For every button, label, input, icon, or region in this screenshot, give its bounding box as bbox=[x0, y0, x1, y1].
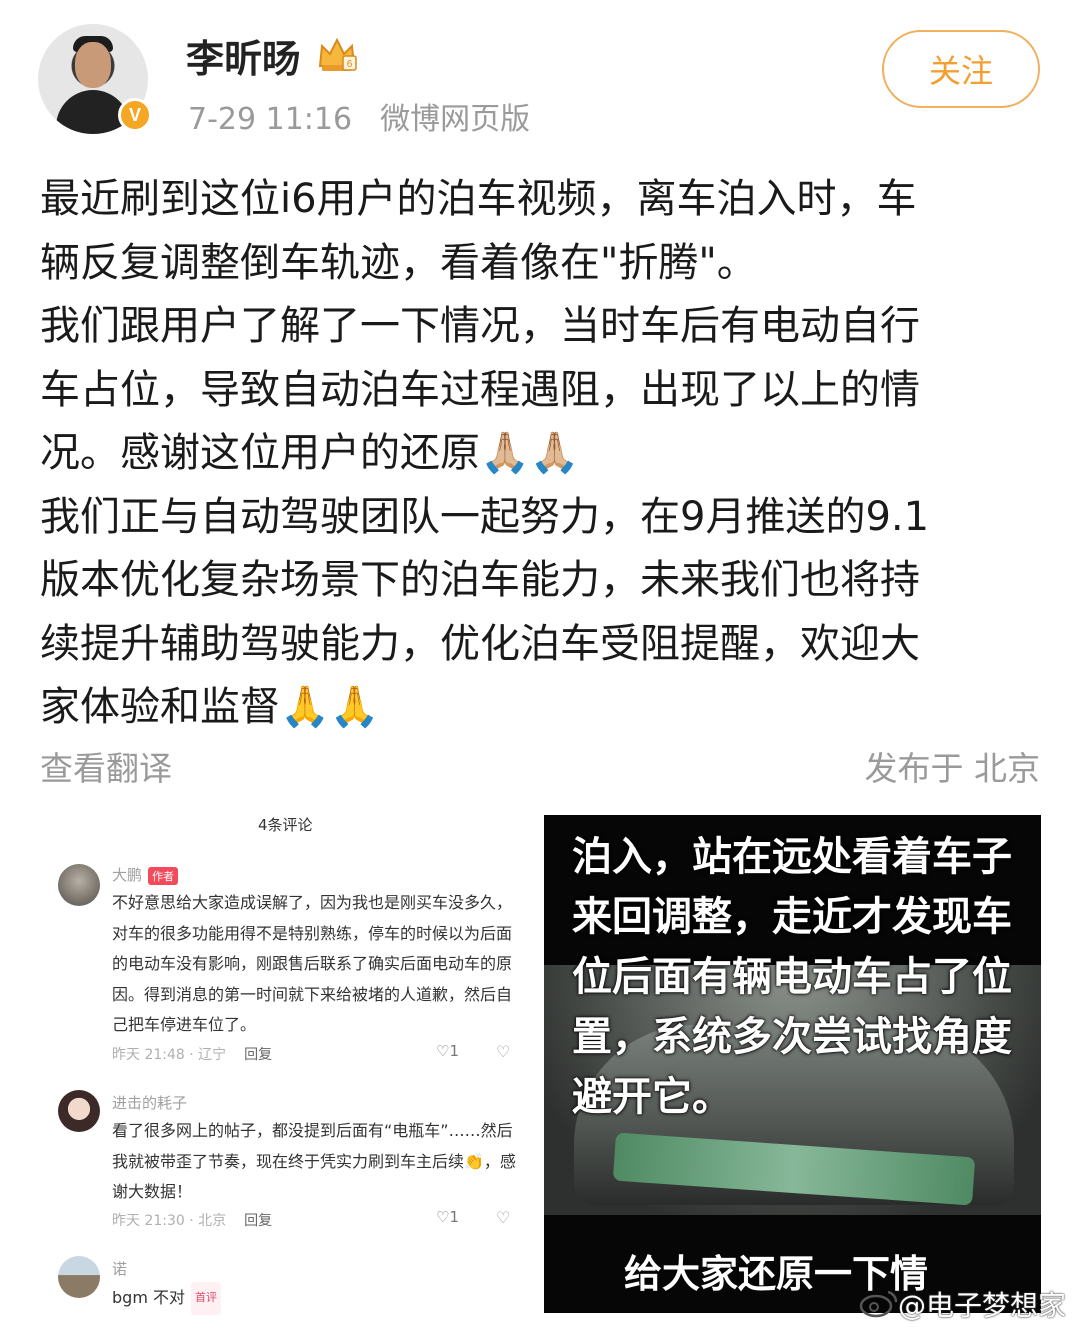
like-button[interactable]: ♡1 bbox=[436, 1208, 459, 1226]
comments-screenshot: 4条评论 大鹏 作者 不好意思给大家造成误解了，因为我也是刚买车没多久，对车的很多… bbox=[40, 800, 530, 1328]
first-comment-tag: 首评 bbox=[191, 1282, 221, 1315]
author-tag: 作者 bbox=[148, 866, 179, 885]
comment-meta: 昨天 21:48 · 辽宁 回复 bbox=[112, 1044, 272, 1064]
comment-text: 看了很多网上的帖子，都没提到后面有“电瓶车”……然后我就被带歪了节奏，现在终于凭… bbox=[112, 1121, 516, 1201]
like-button[interactable]: ♡1 bbox=[436, 1042, 459, 1060]
comment-text: bgm 不对 首评 bbox=[112, 1282, 522, 1315]
avatar-face bbox=[75, 42, 111, 88]
reply-button[interactable]: 回复 bbox=[244, 1047, 272, 1063]
dislike-icon[interactable]: ♡ bbox=[496, 1208, 510, 1227]
username[interactable]: 李昕旸 bbox=[186, 28, 300, 83]
verified-icon: V bbox=[118, 98, 152, 132]
comment-avatar bbox=[58, 1256, 100, 1298]
comment-time-location: 昨天 21:48 · 辽宁 bbox=[112, 1047, 227, 1063]
comment-text: 不好意思给大家造成误解了，因为我也是刚买车没多久，对车的很多功能用得不是特别熟练… bbox=[112, 893, 513, 1034]
comment-text-content: bgm 不对 bbox=[112, 1287, 185, 1307]
comment-avatar bbox=[58, 864, 100, 906]
post-time: 7-29 11:16 bbox=[188, 102, 353, 137]
comment-time-location: 昨天 21:30 · 北京 bbox=[112, 1213, 227, 1229]
post-text: 最近刷到这位i6用户的泊车视频，离车泊入时，车 辆反复调整倒车轨迹，看着像在"折… bbox=[40, 176, 930, 730]
like-count: 1 bbox=[449, 1208, 459, 1226]
video-caption: 泊入，站在远处看着车子来回调整，走近才发现车位后面有辆电动车占了位置，系统多次尝… bbox=[572, 834, 1012, 1120]
post-meta: 7-29 11:16 微博网页版 bbox=[188, 94, 530, 138]
comment-author-name: 诺 bbox=[112, 1260, 128, 1278]
comment-author-name: 进击的耗子 bbox=[112, 1094, 188, 1112]
comments-count-title: 4条评论 bbox=[258, 816, 313, 834]
crown-icon: 6 bbox=[318, 37, 357, 71]
comment-author-name: 大鹏 作者 bbox=[112, 864, 179, 885]
watermark: @电子梦想家 bbox=[897, 1289, 1066, 1322]
post-location: 发布于 北京 bbox=[864, 749, 1041, 788]
weibo-logo-icon bbox=[859, 1290, 898, 1318]
follow-button[interactable]: 关注 bbox=[882, 30, 1040, 108]
translate-link[interactable]: 查看翻译 bbox=[40, 742, 172, 790]
reply-button[interactable]: 回复 bbox=[244, 1213, 272, 1229]
dislike-icon[interactable]: ♡ bbox=[496, 1042, 510, 1061]
svg-text:6: 6 bbox=[347, 59, 353, 70]
post-source: 微博网页版 bbox=[380, 102, 531, 137]
video-thumbnail[interactable]: 泊入，站在远处看着车子来回调整，走近才发现车位后面有辆电动车占了位置，系统多次尝… bbox=[544, 815, 1041, 1313]
comment-meta: 昨天 21:30 · 北京 回复 bbox=[112, 1210, 272, 1230]
comment-avatar bbox=[58, 1090, 100, 1132]
like-count: 1 bbox=[449, 1042, 459, 1060]
comment-name-text: 大鹏 bbox=[112, 866, 143, 884]
